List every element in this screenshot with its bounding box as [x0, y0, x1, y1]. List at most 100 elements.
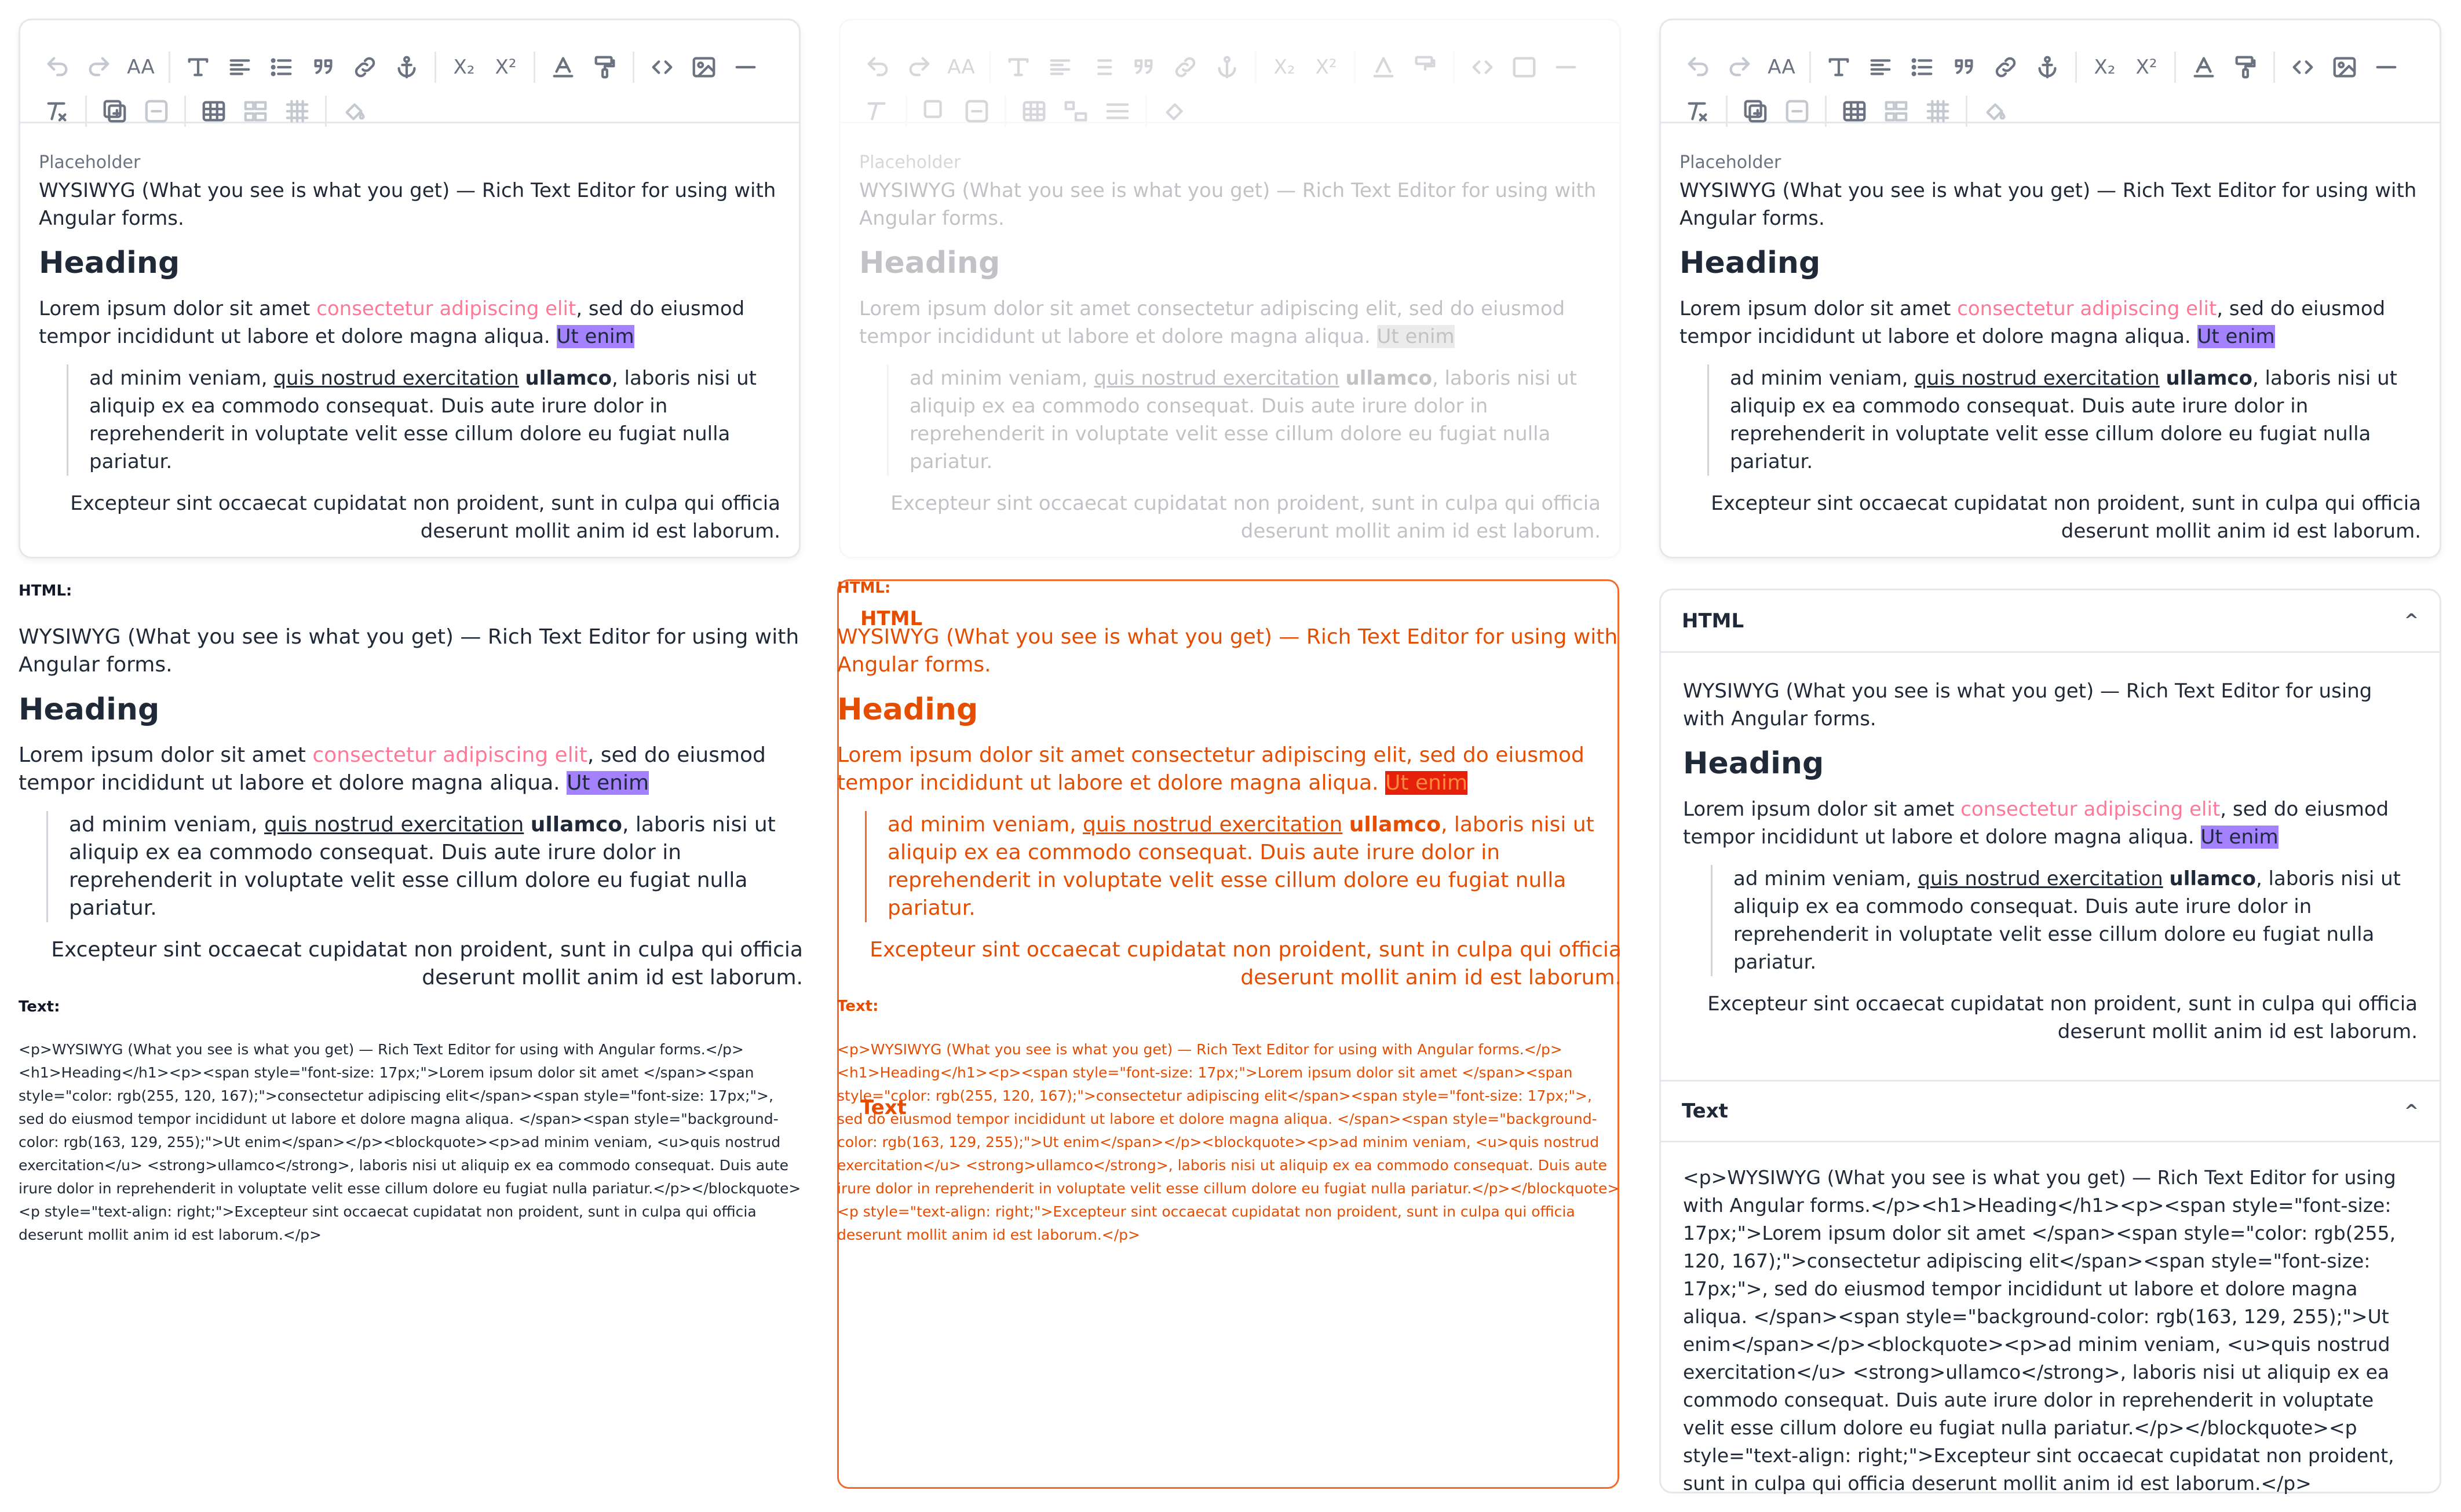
- chevron-up-icon: ^: [2404, 1101, 2419, 1122]
- text-format-icon[interactable]: [998, 46, 1039, 88]
- clear-format-icon[interactable]: [857, 90, 899, 132]
- bullet-list-icon[interactable]: [261, 46, 302, 88]
- table-grid-icon[interactable]: [1097, 90, 1138, 132]
- redo-icon[interactable]: [899, 46, 940, 88]
- remove-icon[interactable]: [136, 90, 177, 132]
- overlay-right: Excepteur sint occaecat cupidatat non pr…: [870, 938, 1622, 989]
- table-rows-icon[interactable]: [1055, 90, 1097, 132]
- editor-content[interactable]: WYSIWYG (What you see is what you get) —…: [39, 177, 780, 545]
- text-color-icon[interactable]: [1363, 46, 1404, 88]
- acc-heading: Heading: [1683, 746, 1824, 781]
- eraser-bucket-icon[interactable]: [334, 90, 375, 132]
- table-grid-icon[interactable]: [1917, 90, 1959, 132]
- accordion-header-text[interactable]: Text ^: [1661, 1080, 2440, 1142]
- acc-right-paragraph: Excepteur sint occaecat cupidatat non pr…: [1707, 992, 2418, 1043]
- link-icon[interactable]: [1164, 46, 1206, 88]
- bullet-list-icon[interactable]: [1901, 46, 1943, 88]
- text-color-icon[interactable]: [542, 46, 584, 88]
- overlay-text-label: Text:: [837, 998, 879, 1015]
- text-color-icon[interactable]: [2183, 46, 2225, 88]
- editor-toolbar-faded: AA X₂ X²: [841, 20, 1619, 127]
- acc-highlighted-text: Ut enim: [2200, 826, 2279, 849]
- add-table-icon[interactable]: [1735, 90, 1776, 132]
- table-icon[interactable]: [1013, 90, 1055, 132]
- image-icon[interactable]: [2324, 46, 2365, 88]
- text-size-icon[interactable]: AA: [120, 46, 162, 88]
- bq-space: [519, 367, 525, 390]
- paint-roller-icon[interactable]: [2225, 46, 2266, 88]
- highlighted-text: Ut enim: [1376, 325, 1455, 348]
- text-size-icon[interactable]: AA: [940, 46, 982, 88]
- paint-roller-icon[interactable]: [584, 46, 626, 88]
- table-icon[interactable]: [193, 90, 235, 132]
- anchor-icon[interactable]: [2027, 46, 2068, 88]
- horizontal-rule-icon[interactable]: [2365, 46, 2407, 88]
- table-rows-icon[interactable]: [1875, 90, 1917, 132]
- text-size-icon[interactable]: AA: [1761, 46, 1802, 88]
- anchor-icon[interactable]: [386, 46, 428, 88]
- out-highlighted-text: Ut enim: [567, 771, 649, 795]
- out-bq-start: ad minim veniam,: [69, 813, 265, 837]
- remove-icon[interactable]: [1776, 90, 1818, 132]
- bullet-list-icon[interactable]: [1081, 46, 1123, 88]
- blockquote-icon[interactable]: [1123, 46, 1164, 88]
- overlay-lorem-start: Lorem ipsum dolor sit amet: [837, 743, 1131, 767]
- paint-roller-icon[interactable]: [1404, 46, 1446, 88]
- rich-text-editor-right[interactable]: AA X₂ X² Placeholder WYSIWYG (What you s…: [1659, 19, 2441, 558]
- subscript-icon[interactable]: X₂: [2084, 46, 2126, 88]
- blockquote-icon[interactable]: [302, 46, 344, 88]
- undo-icon[interactable]: [36, 46, 78, 88]
- eraser-bucket-icon[interactable]: [1974, 90, 2016, 132]
- editor-content-faded[interactable]: WYSIWYG (What you see is what you get) —…: [859, 177, 1601, 545]
- rich-text-editor-faded[interactable]: AA X₂ X² Placeholder WYSIWYG (What you s…: [839, 19, 1621, 558]
- horizontal-rule-icon[interactable]: [725, 46, 766, 88]
- code-icon[interactable]: [2282, 46, 2324, 88]
- undo-icon[interactable]: [857, 46, 899, 88]
- code-icon[interactable]: [641, 46, 683, 88]
- acc-bold-text: ullamco: [2169, 867, 2256, 890]
- link-icon[interactable]: [344, 46, 386, 88]
- blockquote-icon[interactable]: [1943, 46, 1985, 88]
- intro-paragraph: WYSIWYG (What you see is what you get) —…: [859, 179, 1597, 230]
- text-format-icon[interactable]: [177, 46, 219, 88]
- toolbar-row-1-right: AA X₂ X²: [1677, 45, 2407, 90]
- image-icon[interactable]: [1503, 46, 1545, 88]
- overlay-html-output: WYSIWYG (What you see is what you get) —…: [837, 623, 1622, 992]
- rich-text-editor[interactable]: AA X₂ X² Placeholder WYSIWYG (What you s…: [19, 19, 801, 558]
- acc-lorem-start: Lorem ipsum dolor sit amet: [1683, 798, 1961, 821]
- add-table-icon[interactable]: [914, 90, 956, 132]
- toolbar-divider: [85, 96, 87, 127]
- code-icon[interactable]: [1462, 46, 1503, 88]
- align-icon[interactable]: [1039, 46, 1081, 88]
- subscript-icon[interactable]: X₂: [1264, 46, 1305, 88]
- superscript-icon[interactable]: X²: [485, 46, 527, 88]
- redo-icon[interactable]: [1719, 46, 1761, 88]
- table-rows-icon[interactable]: [235, 90, 276, 132]
- align-icon[interactable]: [219, 46, 261, 88]
- editor-content-right[interactable]: WYSIWYG (What you see is what you get) —…: [1679, 177, 2421, 545]
- superscript-icon[interactable]: X²: [2126, 46, 2167, 88]
- content-heading: Heading: [1679, 246, 1821, 280]
- toolbar-row-1-faded: AA X₂ X²: [857, 45, 1587, 90]
- content-heading: Heading: [39, 246, 180, 280]
- accordion-body-text: <p>WYSIWYG (What you see is what you get…: [1683, 1166, 2396, 1495]
- link-icon[interactable]: [1985, 46, 2027, 88]
- remove-icon[interactable]: [956, 90, 998, 132]
- eraser-bucket-icon[interactable]: [1154, 90, 1196, 132]
- table-icon[interactable]: [1834, 90, 1875, 132]
- redo-icon[interactable]: [78, 46, 120, 88]
- clear-format-icon[interactable]: [36, 90, 78, 132]
- superscript-icon[interactable]: X²: [1305, 46, 1347, 88]
- add-table-icon[interactable]: [94, 90, 136, 132]
- undo-icon[interactable]: [1677, 46, 1719, 88]
- align-icon[interactable]: [1860, 46, 1901, 88]
- image-icon[interactable]: [683, 46, 725, 88]
- clear-format-icon[interactable]: [1677, 90, 1719, 132]
- horizontal-rule-icon[interactable]: [1545, 46, 1587, 88]
- text-format-icon[interactable]: [1818, 46, 1860, 88]
- anchor-icon[interactable]: [1206, 46, 1248, 88]
- overlay-heading: Heading: [837, 692, 978, 727]
- table-grid-icon[interactable]: [276, 90, 318, 132]
- accordion-header-html[interactable]: HTML ^: [1661, 590, 2440, 653]
- subscript-icon[interactable]: X₂: [443, 46, 485, 88]
